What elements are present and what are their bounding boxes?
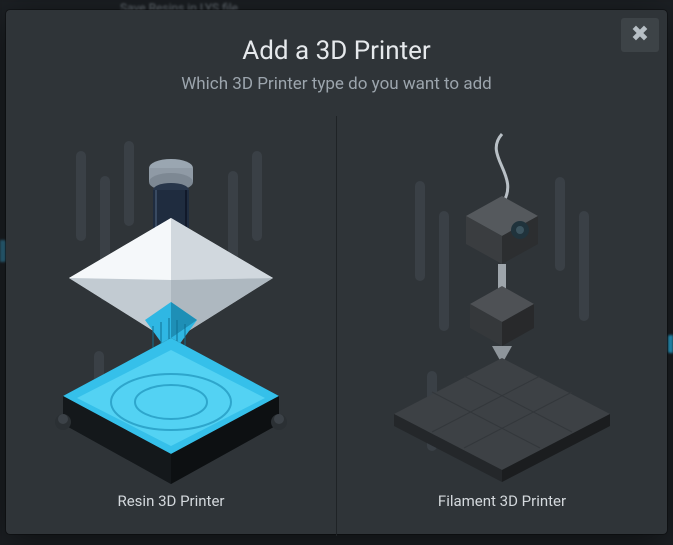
add-printer-modal: ✖ Add a 3D Printer Which 3D Printer type…	[6, 10, 667, 534]
option-filament-label: Filament 3D Printer	[438, 492, 566, 510]
option-resin-printer[interactable]: Resin 3D Printer	[6, 116, 336, 536]
modal-title: Add a 3D Printer	[6, 36, 667, 66]
resin-printer-icon	[41, 126, 301, 486]
filament-printer-icon	[372, 126, 632, 486]
background-accent	[668, 335, 673, 353]
close-icon: ✖	[631, 24, 649, 46]
modal-header: Add a 3D Printer Which 3D Printer type d…	[6, 10, 667, 94]
printer-type-options: Resin 3D Printer	[6, 116, 667, 536]
close-button[interactable]: ✖	[621, 18, 659, 52]
option-filament-printer[interactable]: Filament 3D Printer	[336, 116, 667, 536]
option-resin-label: Resin 3D Printer	[117, 492, 224, 510]
modal-subtitle: Which 3D Printer type do you want to add	[6, 74, 667, 94]
